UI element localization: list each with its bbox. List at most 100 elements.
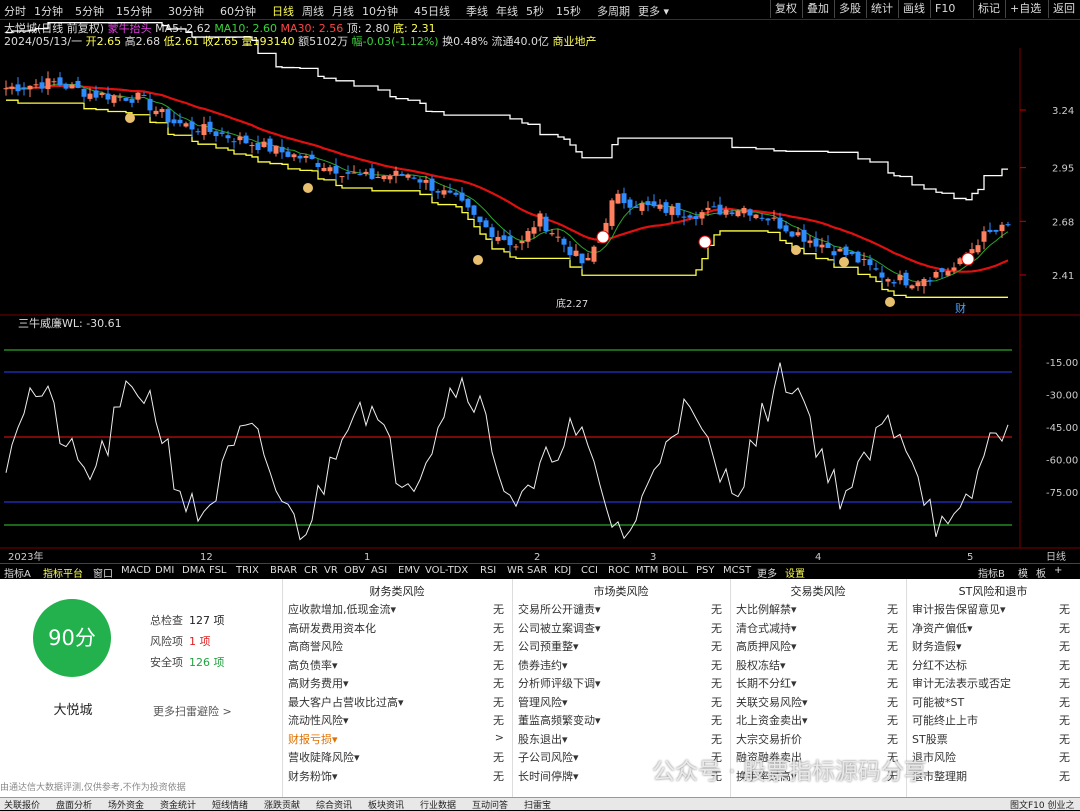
indicator-tab[interactable]: 更多: [757, 565, 777, 580]
buy-signal-icon: [596, 230, 610, 244]
indicator-tab[interactable]: 设置: [785, 565, 805, 580]
candle-body: [273, 145, 279, 154]
indicator-tab[interactable]: FSL: [209, 565, 227, 576]
risk-item[interactable]: 退市整理期无: [912, 768, 1074, 786]
indicator-tab[interactable]: EMV: [398, 565, 420, 576]
risk-item[interactable]: 流动性风险▾ 无: [288, 712, 508, 730]
risk-item[interactable]: 管理风险▾ 无: [518, 694, 726, 712]
risk-item-label: 财务造假▾: [912, 640, 962, 653]
indicator-tab[interactable]: 窗口: [93, 565, 113, 580]
risk-item[interactable]: 高质押风险▾ 无: [736, 638, 902, 656]
indicator-tab[interactable]: TRIX: [236, 565, 259, 576]
risk-column-title: 财务类风险: [369, 585, 425, 598]
risk-item[interactable]: 最大客户占营收比过高▾ 无: [288, 694, 508, 712]
indicator-tab[interactable]: OBV: [344, 565, 365, 576]
bottom-tab[interactable]: 资金统计: [160, 798, 196, 811]
risk-item[interactable]: 可能被*ST 无: [912, 694, 1074, 712]
bottom-tab[interactable]: 综合资讯: [316, 798, 352, 811]
candle-body: [753, 214, 759, 219]
wl-tick-label: -15.00: [1046, 358, 1078, 369]
candle-body: [411, 177, 417, 179]
bottom-tab[interactable]: 盘面分析: [56, 798, 92, 811]
bottom-tab[interactable]: 板块资讯: [368, 798, 404, 811]
candle-body: [771, 217, 777, 219]
indicator-tab[interactable]: KDJ: [554, 565, 571, 576]
bottom-right-label[interactable]: 图文F10 创业之: [1010, 798, 1075, 811]
indicator-tab-right[interactable]: 指标B: [978, 565, 1005, 580]
risk-item[interactable]: ST股票 无: [912, 731, 1074, 749]
risk-item[interactable]: 财务粉饰▾ 无: [288, 768, 508, 786]
risk-item-status: 无: [1059, 714, 1070, 727]
risk-item[interactable]: 北上资金卖出▾ 无: [736, 712, 902, 730]
indicator-tab[interactable]: RSI: [480, 565, 496, 576]
indicator-tab[interactable]: DMA: [182, 565, 205, 576]
risk-item[interactable]: 高负债率▾ 无: [288, 657, 508, 675]
risk-count-label: 风险项: [150, 635, 183, 648]
risk-item[interactable]: 审计无法表示或否定 无: [912, 675, 1074, 693]
risk-item[interactable]: 高财务费用▾ 无: [288, 675, 508, 693]
bottom-tab[interactable]: 涨跌贡献: [264, 798, 300, 811]
bottom-tab[interactable]: 场外资金: [108, 798, 144, 811]
candle-body: [183, 123, 189, 127]
indicator-tab[interactable]: 指标平台: [43, 565, 83, 580]
risk-item[interactable]: 交易所公开谴责▾ 无: [518, 601, 726, 619]
risk-item[interactable]: 退市风险无: [912, 749, 1074, 767]
x-axis-label: 1: [364, 552, 370, 563]
risk-item[interactable]: 分析师评级下调▾ 无: [518, 675, 726, 693]
risk-item[interactable]: 债券违约▾ 无: [518, 657, 726, 675]
indicator-tab[interactable]: ASI: [371, 565, 387, 576]
score-badge: 90分: [33, 599, 111, 677]
risk-item[interactable]: 大宗交易折价 无: [736, 731, 902, 749]
risk-item[interactable]: 董监高频繁变动▾ 无: [518, 712, 726, 730]
risk-item[interactable]: 净资产偏低▾ 无: [912, 620, 1074, 638]
risk-item[interactable]: 公司预重整▾ 无: [518, 638, 726, 656]
indicator-tab[interactable]: VR: [324, 565, 338, 576]
indicator-tab[interactable]: SAR: [527, 565, 547, 576]
money-bag-icon: [791, 245, 801, 255]
candle-body: [969, 249, 975, 254]
indicator-tab-right[interactable]: 板: [1036, 565, 1046, 580]
more-scan-link[interactable]: 更多扫雷避险 >: [153, 703, 232, 719]
indicator-tab[interactable]: WR: [507, 565, 524, 576]
risk-item[interactable]: 关联交易风险▾ 无: [736, 694, 902, 712]
indicator-tab[interactable]: BOLL: [662, 565, 688, 576]
risk-item[interactable]: 财报亏损▾ >: [288, 731, 508, 749]
indicator-tab[interactable]: DMI: [155, 565, 174, 576]
risk-item[interactable]: 公司被立案调查▾ 无: [518, 620, 726, 638]
risk-item[interactable]: 可能终止上市 无: [912, 712, 1074, 730]
bottom-tab[interactable]: 互动问答: [472, 798, 508, 811]
indicator-tab[interactable]: VOL-TDX: [425, 565, 468, 576]
risk-item[interactable]: 股东退出▾ 无: [518, 731, 726, 749]
indicator-tab[interactable]: 指标A: [4, 565, 31, 580]
kline-chart[interactable]: 3.24 2.95 2.68 2.41 底2.27 财三牛威廉 WL: -30.61 -15.…: [0, 0, 1080, 563]
risk-item[interactable]: 审计报告保留意见▾ 无: [912, 601, 1074, 619]
risk-item[interactable]: 高商誉风险 无: [288, 638, 508, 656]
risk-item[interactable]: 大比例解禁▾ 无: [736, 601, 902, 619]
indicator-tab[interactable]: PSY: [696, 565, 715, 576]
indicator-tab[interactable]: CR: [304, 565, 318, 576]
risk-item[interactable]: 清仓式减持▾ 无: [736, 620, 902, 638]
indicator-tab[interactable]: CCI: [581, 565, 598, 576]
risk-item[interactable]: 股权冻结▾ 无: [736, 657, 902, 675]
money-bag-icon: [303, 183, 313, 193]
indicator-tab[interactable]: MCST: [723, 565, 751, 576]
candle-body: [261, 141, 267, 148]
risk-item[interactable]: 高研发费用资本化 无: [288, 620, 508, 638]
bottom-tab[interactable]: 关联报价: [4, 798, 40, 811]
risk-item[interactable]: 分红不达标 无: [912, 657, 1074, 675]
bottom-tab[interactable]: 短线情绪: [212, 798, 248, 811]
indicator-tab-right[interactable]: 模: [1018, 565, 1028, 580]
indicator-tab-right[interactable]: +: [1054, 565, 1062, 576]
indicator-tab[interactable]: MACD: [121, 565, 151, 576]
indicator-tab[interactable]: ROC: [608, 565, 630, 576]
indicator-tab[interactable]: BRAR: [270, 565, 297, 576]
bottom-tab[interactable]: 扫雷宝: [524, 798, 551, 811]
risk-item[interactable]: 营收陡降风险▾ 无: [288, 749, 508, 767]
bottom-tab[interactable]: 行业数据: [420, 798, 456, 811]
risk-item[interactable]: 财务造假▾ 无: [912, 638, 1074, 656]
risk-item[interactable]: 应收款增加,低现金流▾ 无: [288, 601, 508, 619]
indicator-tab[interactable]: MTM: [635, 565, 658, 576]
risk-item[interactable]: 长期不分红▾ 无: [736, 675, 902, 693]
candle-body: [327, 167, 333, 172]
risk-item-status: 无: [1059, 732, 1070, 746]
